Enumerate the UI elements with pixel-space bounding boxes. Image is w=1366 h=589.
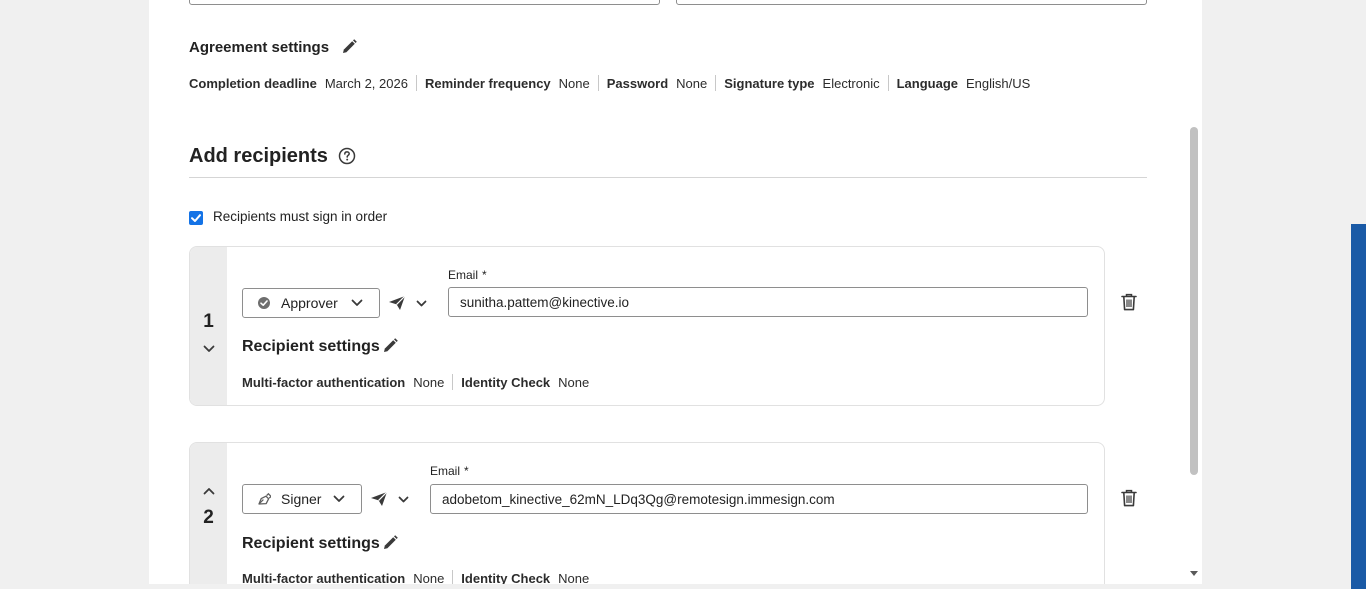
agreement-settings-title: Agreement settings <box>189 39 330 56</box>
identity-check-value: None <box>558 570 590 585</box>
send-options-chevron-icon[interactable] <box>398 496 409 504</box>
identity-check-value: None <box>558 374 590 390</box>
mfa-label: Multi-factor authentication <box>242 374 406 390</box>
scroll-down-arrow-icon[interactable] <box>1189 570 1199 577</box>
identity-check-label: Identity Check <box>461 570 551 585</box>
signature-type-value: Electronic <box>822 75 880 91</box>
top-field-left[interactable] <box>189 0 660 5</box>
checkmark-icon <box>191 214 201 222</box>
password-label: Password <box>606 75 669 91</box>
trash-icon[interactable] <box>1121 489 1137 507</box>
side-panel-strip[interactable] <box>1351 224 1366 589</box>
mfa-value: None <box>413 570 445 585</box>
email-label: Email * <box>448 268 487 282</box>
recipient-settings-title: Recipient settings <box>242 535 380 552</box>
help-circle-icon[interactable] <box>338 147 356 165</box>
sign-in-order-label: Recipients must sign in order <box>213 209 388 224</box>
email-label-text: Email <box>448 268 479 282</box>
recipient-order-number: 2 <box>203 507 214 528</box>
identity-check-label: Identity Check <box>461 374 551 390</box>
mfa-value: None <box>413 374 445 390</box>
add-recipients-title: Add recipients <box>189 145 328 167</box>
recipient-settings-title: Recipient settings <box>242 338 380 355</box>
email-label-text: Email <box>430 464 461 478</box>
divider <box>715 75 717 91</box>
recipient-email-input[interactable] <box>430 484 1088 514</box>
recipient-settings-row: Multi-factor authentication None Identit… <box>242 374 597 390</box>
paper-plane-icon[interactable] <box>370 491 388 507</box>
completion-deadline-label: Completion deadline <box>189 75 317 91</box>
password-value: None <box>676 75 708 91</box>
completion-deadline-value: March 2, 2026 <box>324 75 408 91</box>
send-options-chevron-icon[interactable] <box>416 300 427 308</box>
section-divider <box>189 177 1147 178</box>
divider <box>415 75 417 91</box>
divider <box>887 75 889 91</box>
recipient-card-2: 2 Signer Email* Recipient settings <box>189 442 1105 584</box>
recipient-order-number: 1 <box>203 311 214 332</box>
role-dropdown[interactable]: Approver <box>242 288 380 318</box>
agreement-settings-row: Completion deadline March 2, 2026 Remind… <box>189 74 1038 92</box>
divider <box>452 374 454 390</box>
signature-type-label: Signature type <box>724 75 815 91</box>
language-label: Language <box>896 75 959 91</box>
paper-plane-icon[interactable] <box>388 295 406 311</box>
agreement-settings-edit-icon[interactable] <box>340 38 358 56</box>
chevron-down-icon[interactable] <box>202 344 216 354</box>
mfa-label: Multi-factor authentication <box>242 570 406 585</box>
scrollbar-thumb[interactable] <box>1190 127 1198 475</box>
role-label: Signer <box>281 491 322 507</box>
recipient-card-1: 1 Approver Email* Recipient settings <box>189 246 1105 406</box>
recipient-settings-row: Multi-factor authentication None Identit… <box>242 570 597 584</box>
check-circle-icon <box>258 297 270 309</box>
required-mark: * <box>482 268 487 282</box>
chevron-down-icon <box>351 299 363 306</box>
required-mark: * <box>464 464 469 478</box>
chevron-up-icon[interactable] <box>202 486 216 496</box>
chevron-down-icon <box>333 495 345 502</box>
role-label: Approver <box>281 295 338 311</box>
role-dropdown[interactable]: Signer <box>242 484 362 514</box>
recipient-settings-edit-icon[interactable] <box>381 534 399 552</box>
agreement-panel: Agreement settings Completion deadline M… <box>149 0 1202 584</box>
pen-nib-icon <box>258 492 271 505</box>
trash-icon[interactable] <box>1121 293 1137 311</box>
recipient-email-input[interactable] <box>448 287 1088 317</box>
email-label: Email * <box>430 464 469 478</box>
divider <box>597 75 599 91</box>
recipient-settings-edit-icon[interactable] <box>381 337 399 355</box>
top-field-right[interactable] <box>676 0 1147 5</box>
divider <box>452 570 454 584</box>
language-value: English/US <box>966 75 1031 91</box>
reminder-frequency-value: None <box>558 75 590 91</box>
reminder-frequency-label: Reminder frequency <box>424 75 551 91</box>
sign-in-order-checkbox[interactable] <box>189 211 203 225</box>
